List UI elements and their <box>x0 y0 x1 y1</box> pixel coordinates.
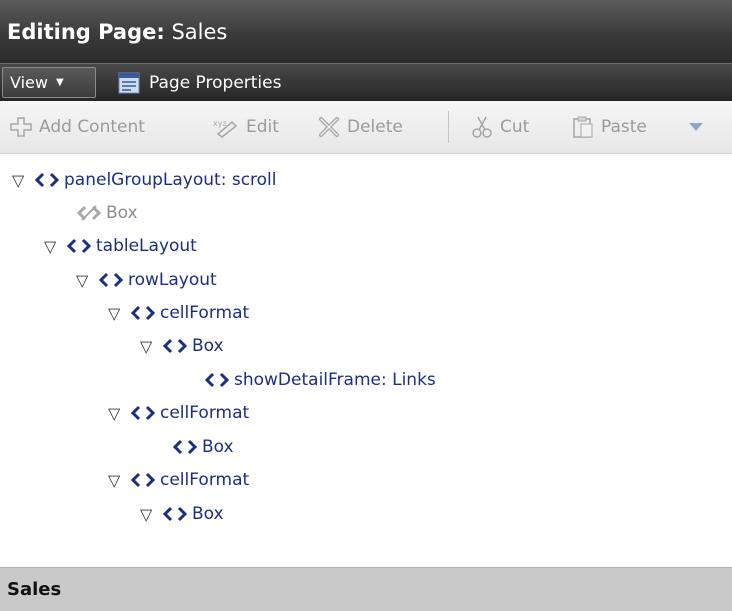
tree-node[interactable]: ▽ Box <box>140 332 224 360</box>
expand-triangle-icon[interactable]: ▽ <box>76 271 98 290</box>
svg-text:xyz: xyz <box>213 119 227 128</box>
expand-triangle-icon[interactable]: ▽ <box>140 337 162 356</box>
tree-node[interactable]: ▽ panelGroupLayout: scroll <box>12 166 277 194</box>
tree-node-label: tableLayout <box>96 236 197 256</box>
tree-node-label: panelGroupLayout: scroll <box>64 170 277 190</box>
page-actions-bar: View ▼ Page Properties <box>0 63 732 101</box>
code-icon <box>204 372 230 388</box>
toolbar-divider <box>448 111 449 143</box>
expand-triangle-icon[interactable]: ▽ <box>44 237 66 256</box>
tree-node[interactable]: ▽ cellFormat <box>108 399 249 427</box>
expand-triangle-icon[interactable]: ▽ <box>108 404 130 423</box>
page-properties-icon <box>118 72 140 94</box>
tree-node[interactable]: Box <box>172 433 234 461</box>
expand-triangle-icon[interactable]: ▽ <box>108 304 130 323</box>
code-icon <box>130 405 156 421</box>
code-icon <box>98 272 124 288</box>
expand-triangle-icon[interactable]: ▽ <box>12 171 34 190</box>
hidden-component-icon <box>76 205 102 221</box>
tree-node[interactable]: Box <box>76 199 138 227</box>
cut-button[interactable]: Cut <box>470 114 529 140</box>
code-icon <box>162 506 188 522</box>
tree-node-label: Box <box>202 437 234 457</box>
view-menu-button[interactable]: View ▼ <box>2 67 96 98</box>
page-title: Editing Page: Sales <box>7 19 227 45</box>
delete-label: Delete <box>347 117 403 137</box>
tree-node[interactable]: ▽ rowLayout <box>76 266 217 294</box>
tree-node-label: cellFormat <box>160 470 250 490</box>
tree-node-label: cellFormat <box>160 403 250 423</box>
cut-label: Cut <box>500 117 530 137</box>
code-icon <box>34 172 60 188</box>
paste-label: Paste <box>601 117 647 137</box>
title-prefix: Editing Page: <box>7 20 165 44</box>
chevron-down-icon[interactable] <box>689 123 703 131</box>
edit-button[interactable]: xyz Edit <box>212 114 279 140</box>
edit-label: Edit <box>246 117 279 137</box>
page-properties-button[interactable]: Page Properties <box>118 70 281 96</box>
code-icon <box>130 305 156 321</box>
tree-node-label: cellFormat <box>160 303 250 323</box>
expand-triangle-icon[interactable]: ▽ <box>108 471 130 490</box>
view-label: View <box>10 73 48 92</box>
page-properties-label: Page Properties <box>149 73 282 93</box>
tree-node-label: Box <box>192 336 224 356</box>
title-page-name: Sales <box>164 20 228 44</box>
scissors-icon <box>472 116 492 138</box>
edit-icon: xyz <box>213 119 238 138</box>
delete-icon <box>319 117 339 137</box>
tree-node[interactable]: ▽ tableLayout <box>44 232 197 260</box>
tree-node-label: Box <box>106 203 138 223</box>
footer-bar: Sales <box>0 567 732 611</box>
code-icon <box>66 238 92 254</box>
tree-node[interactable]: ▽ cellFormat <box>108 299 249 327</box>
component-tree: ▽ panelGroupLayout: scroll Box ▽ tableLa… <box>0 162 732 564</box>
expand-triangle-icon[interactable]: ▽ <box>140 505 162 524</box>
clipboard-icon <box>573 116 593 138</box>
code-icon <box>130 472 156 488</box>
title-bar: Editing Page: Sales <box>0 0 732 63</box>
footer-page-name: Sales <box>7 579 62 600</box>
tree-node-label: Box <box>192 504 224 524</box>
tree-node-label: rowLayout <box>128 270 217 290</box>
tree-node[interactable]: showDetailFrame: Links <box>204 366 436 394</box>
paste-button[interactable]: Paste <box>571 114 647 140</box>
code-icon <box>162 338 188 354</box>
add-content-label: Add Content <box>39 117 145 137</box>
add-content-icon <box>10 117 32 137</box>
chevron-down-icon: ▼ <box>55 77 64 88</box>
add-content-button[interactable]: Add Content <box>9 114 145 140</box>
tree-node[interactable]: ▽ cellFormat <box>108 466 249 494</box>
toolbar: Add Content xyz Edit Delete Cut Paste <box>0 101 732 154</box>
code-icon <box>172 439 198 455</box>
tree-node-label: showDetailFrame: Links <box>234 370 436 390</box>
tree-node[interactable]: ▽ Box <box>140 500 224 528</box>
delete-button[interactable]: Delete <box>317 114 403 140</box>
